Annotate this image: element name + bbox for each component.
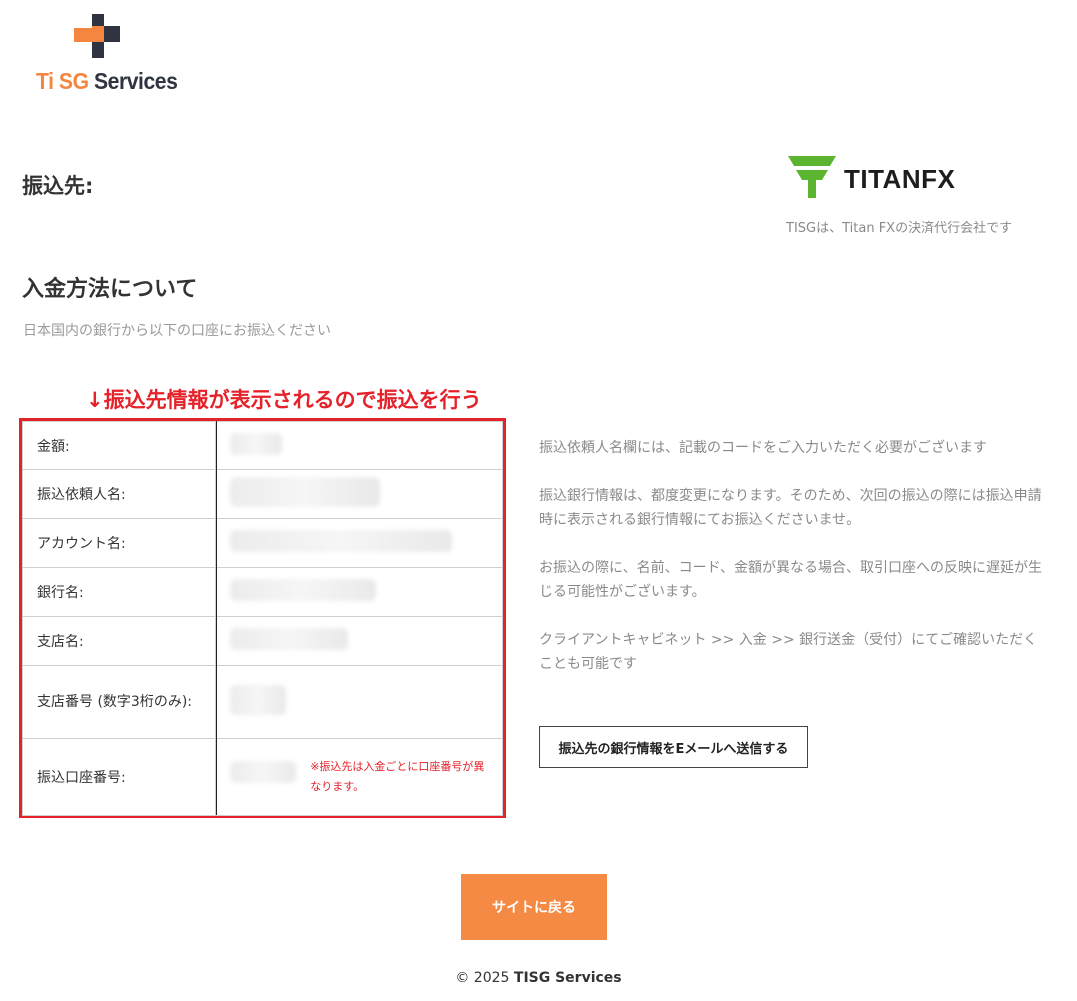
send-email-button[interactable]: 振込先の銀行情報をEメールへ送信する bbox=[539, 726, 808, 768]
row-label-account-number: 振込口座番号: bbox=[21, 738, 217, 816]
row-value-account-number: ※振込先は入金ごとに口座番号が異なります。 bbox=[215, 738, 503, 816]
annotation-text: ↓振込先情報が表示されるので振込を行う bbox=[86, 388, 482, 412]
back-to-site-button[interactable]: サイトに戻る bbox=[461, 874, 607, 940]
table-row: 振込口座番号: ※振込先は入金ごとに口座番号が異なります。 bbox=[21, 738, 503, 816]
row-value-sender-name bbox=[215, 469, 503, 519]
row-label-branch-name: 支店名: bbox=[21, 616, 217, 666]
table-row: 支店番号 (数字3桁のみ): bbox=[21, 665, 503, 739]
tisg-logo-text: Ti SG Services bbox=[36, 68, 178, 94]
note-bank-change: 振込銀行情報は、都度変更になります。そのため、次回の振込の際には振込申請時に表示… bbox=[539, 488, 1042, 528]
tisg-logo-mark bbox=[70, 12, 126, 64]
note-sender-code: 振込依頼人名欄には、記載のコードをご入力いただく必要がございます bbox=[539, 440, 987, 456]
row-value-branch-number bbox=[215, 665, 503, 739]
titanfx-logo: TITANFX bbox=[786, 154, 986, 202]
note-cabinet: クライアントキャビネット >> 入金 >> 銀行送金（受付）にてご確認いただくこ… bbox=[539, 632, 1038, 672]
row-value-amount bbox=[215, 421, 503, 470]
table-divider bbox=[216, 421, 217, 815]
row-label-amount: 金額: bbox=[21, 421, 217, 470]
account-number-note: ※振込先は入金ごとに口座番号が異なります。 bbox=[310, 760, 485, 793]
table-row: 振込依頼人名: bbox=[21, 469, 503, 519]
row-label-bank-name: 銀行名: bbox=[21, 567, 217, 617]
table-row: アカウント名: bbox=[21, 518, 503, 568]
method-subtitle: 日本国内の銀行から以下の口座にお振込ください bbox=[23, 323, 331, 339]
table-row: 銀行名: bbox=[21, 567, 503, 617]
footer: © 2025 TISG Services bbox=[455, 970, 622, 986]
method-heading: 入金方法について bbox=[22, 277, 198, 302]
row-value-account-name bbox=[215, 518, 503, 568]
recipient-info-table: 金額: 振込依頼人名: アカウント名: 銀行名: 支店名: 支店番号 (数字3桁… bbox=[19, 418, 506, 818]
table-row: 金額: bbox=[21, 421, 503, 470]
notes-panel: 振込依頼人名欄には、記載のコードをご入力いただく必要がございます 振込銀行情報は… bbox=[539, 436, 1049, 700]
row-label-branch-number: 支店番号 (数字3桁のみ): bbox=[21, 665, 217, 739]
row-label-sender-name: 振込依頼人名: bbox=[21, 469, 217, 519]
titan-caption: TISGは、Titan FXの決済代行会社です bbox=[786, 221, 1013, 236]
note-delay: お振込の際に、名前、コード、金額が異なる場合、取引口座への反映に遅延が生じる可能… bbox=[539, 560, 1043, 600]
row-label-account-name: アカウント名: bbox=[21, 518, 217, 568]
row-value-bank-name bbox=[215, 567, 503, 617]
table-row: 支店名: bbox=[21, 616, 503, 666]
recipient-heading: 振込先: bbox=[22, 174, 94, 198]
row-value-branch-name bbox=[215, 616, 503, 666]
